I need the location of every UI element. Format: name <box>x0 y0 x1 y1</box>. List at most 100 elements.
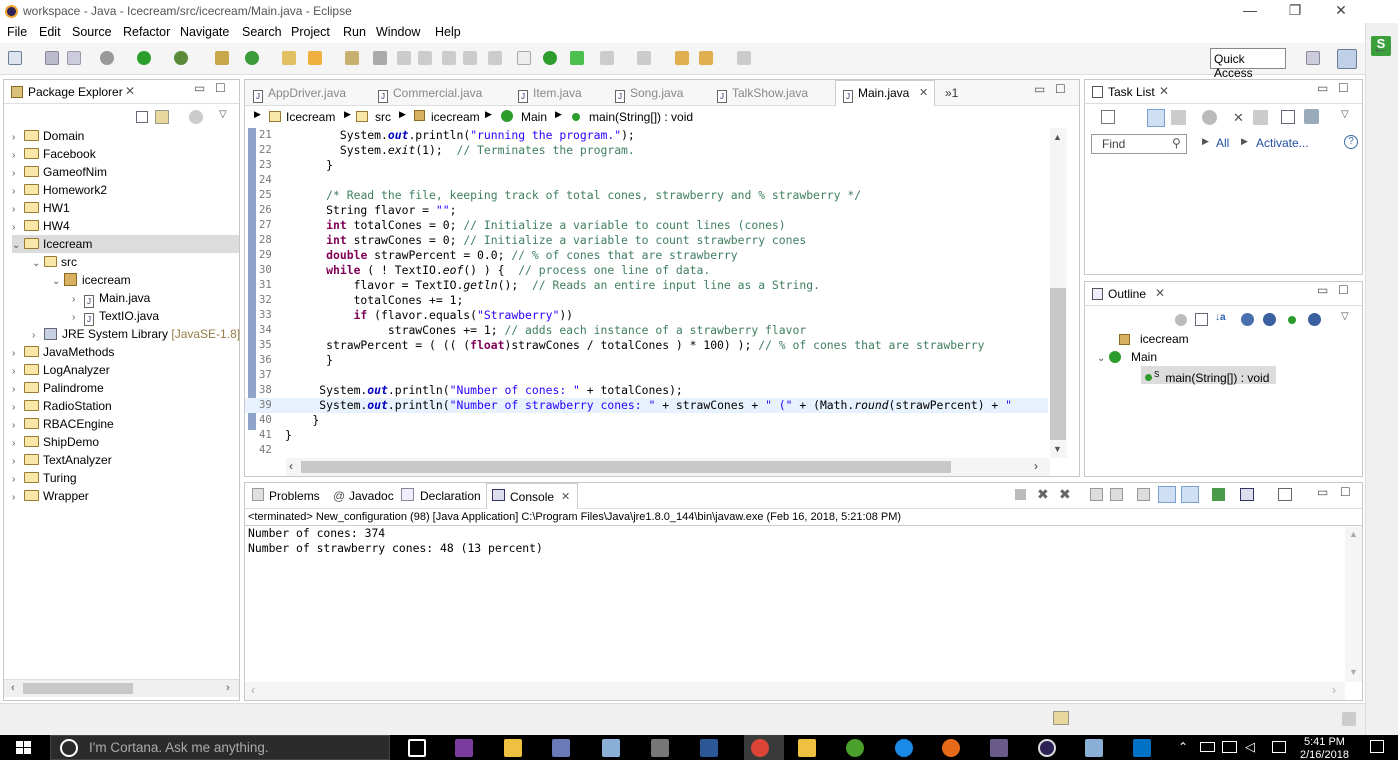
close-view-icon[interactable]: ✕ <box>125 84 135 98</box>
java-perspective-icon[interactable] <box>1337 49 1357 69</box>
show-stderr-icon[interactable] <box>1181 486 1199 503</box>
tab-commercial[interactable]: J Commercial.java <box>378 86 482 103</box>
menu-file[interactable]: File <box>7 25 27 39</box>
breadcrumb-package[interactable]: icecream <box>431 110 480 124</box>
chrome-icon[interactable] <box>751 739 769 757</box>
tree-item-shipdemo[interactable]: › ShipDemo <box>12 433 99 451</box>
quick-access-input[interactable]: Quick Access <box>1210 48 1286 80</box>
task-list-title[interactable]: Task List <box>1108 85 1155 99</box>
task-view-icon[interactable] <box>408 739 426 757</box>
breakpoint-icon[interactable] <box>517 51 531 65</box>
prev-annotation-icon[interactable] <box>637 51 651 65</box>
external-tools-icon[interactable] <box>174 51 188 65</box>
last-edit-icon[interactable] <box>675 51 689 65</box>
pin-console-icon[interactable] <box>1212 488 1225 501</box>
forward-icon[interactable] <box>737 51 751 65</box>
firefox-icon[interactable] <box>942 739 960 757</box>
eclipse-icon[interactable] <box>1038 739 1056 757</box>
remove-launch-icon[interactable]: ✖ <box>1037 486 1049 503</box>
action-center-icon[interactable] <box>1370 740 1384 753</box>
minimize-view-icon[interactable]: ▭ <box>194 81 205 95</box>
tree-item-src[interactable]: ⌄ src <box>32 253 77 271</box>
close-tab-icon[interactable]: ✕ <box>919 86 928 99</box>
paint-icon[interactable] <box>552 739 570 757</box>
coverage-icon[interactable] <box>543 51 557 65</box>
tab-item[interactable]: J Item.java <box>518 86 582 103</box>
file-explorer-icon[interactable] <box>504 739 522 757</box>
tree-item-main-java[interactable]: › J Main.java <box>72 289 150 308</box>
next-annotation-icon[interactable] <box>600 51 614 65</box>
scroll-lock-icon[interactable] <box>1110 488 1123 501</box>
menu-navigate[interactable]: Navigate <box>180 25 229 39</box>
menu-source[interactable]: Source <box>72 25 112 39</box>
menu-help[interactable]: Help <box>435 25 461 39</box>
menu-run[interactable]: Run <box>343 25 366 39</box>
tree-item-jre-library[interactable]: › JRE System Library [JavaSE-1.8] <box>32 325 240 343</box>
clear-console-icon[interactable] <box>1090 488 1103 501</box>
open-task-icon[interactable] <box>308 51 322 65</box>
focus-icon[interactable] <box>1175 314 1187 326</box>
word-icon[interactable] <box>700 739 718 757</box>
cortana-search-box[interactable]: I'm Cortana. Ask me anything. <box>50 735 390 760</box>
tab-javadoc[interactable]: Javadoc <box>349 489 394 503</box>
outline-title[interactable]: Outline <box>1108 287 1146 301</box>
hide-local-types-icon[interactable] <box>1308 313 1321 326</box>
block-icon[interactable] <box>463 51 477 65</box>
view-menu-icon[interactable]: ▽ <box>1341 109 1349 120</box>
maximize-view-icon[interactable]: ☐ <box>1338 81 1349 95</box>
maximize-view-icon[interactable]: ☐ <box>1338 283 1349 297</box>
save-icon[interactable] <box>45 51 59 65</box>
synchronize-icon[interactable] <box>1253 110 1268 125</box>
pin-icon[interactable] <box>397 51 411 65</box>
collapse-all-icon[interactable] <box>1195 313 1208 326</box>
tab-song[interactable]: J Song.java <box>615 86 683 103</box>
vertical-scrollbar[interactable]: ▲ ▼ <box>1345 527 1362 682</box>
tree-item-hw4[interactable]: › HW4 <box>12 217 70 235</box>
new-task-icon[interactable] <box>1101 110 1115 124</box>
tree-item-domain[interactable]: › Domain <box>12 127 84 145</box>
close-view-icon[interactable]: ✕ <box>1159 84 1169 98</box>
tree-item-javamethods[interactable]: › JavaMethods <box>12 343 114 361</box>
collapse-all-icon[interactable] <box>136 111 148 123</box>
outline-item-package[interactable]: icecream <box>1119 330 1189 348</box>
tab-appdriver[interactable]: J AppDriver.java <box>253 86 346 103</box>
link-with-editor-icon[interactable] <box>155 110 169 124</box>
windows-start-icon[interactable] <box>16 741 32 755</box>
back-arrow-icon[interactable]: ← <box>1372 40 1388 58</box>
breadcrumb-project[interactable]: Icecream <box>286 110 335 124</box>
outline-item-class[interactable]: ⌄ Main <box>1097 348 1157 366</box>
battery-icon[interactable] <box>1200 742 1215 752</box>
minimize-editor-icon[interactable]: ▭ <box>1034 82 1045 96</box>
tree-item-icecream[interactable]: ⌄ Icecream <box>12 235 239 253</box>
tree-item-icecream-package[interactable]: ⌄ icecream <box>52 271 131 289</box>
remove-all-icon[interactable]: ✖ <box>1059 486 1071 503</box>
app-icon[interactable] <box>651 739 669 757</box>
new-class-icon[interactable] <box>245 51 259 65</box>
tree-item-loganalyzer[interactable]: › LogAnalyzer <box>12 361 110 379</box>
horizontal-scrollbar[interactable]: ‹ › <box>245 682 1345 700</box>
new-icon[interactable] <box>8 51 22 65</box>
tree-item-turing[interactable]: › Turing <box>12 469 77 487</box>
vertical-scrollbar[interactable]: ▲ ▼ <box>1050 128 1067 458</box>
terminate-icon[interactable] <box>1015 489 1026 500</box>
scrollbar-thumb[interactable] <box>23 683 133 694</box>
minimize-view-icon[interactable]: ▭ <box>1317 283 1328 297</box>
activate-link[interactable]: Activate... <box>1256 136 1309 150</box>
more-tabs-button[interactable]: »1 <box>945 86 958 100</box>
edit-icon[interactable] <box>418 51 432 65</box>
volume-icon[interactable]: ◁ <box>1245 739 1255 755</box>
terminal-icon[interactable] <box>570 51 584 65</box>
app-icon[interactable] <box>1085 739 1103 757</box>
display-console-icon[interactable] <box>1240 488 1254 501</box>
menu-edit[interactable]: Edit <box>39 25 61 39</box>
menu-search[interactable]: Search <box>242 25 282 39</box>
horizontal-scrollbar[interactable]: ‹ › <box>4 679 239 697</box>
folder-icon[interactable] <box>798 739 816 757</box>
new-java-project-icon[interactable] <box>215 51 229 65</box>
tree-item-facebook[interactable]: › Facebook <box>12 145 96 163</box>
hide-static-icon[interactable] <box>1263 313 1276 326</box>
task-find-input[interactable]: Find ⚲ <box>1091 134 1187 154</box>
categorize-icon[interactable] <box>1147 109 1165 127</box>
code-editor[interactable]: 21 System.out.println("running the progr… <box>245 128 1048 458</box>
tree-item-textanalyzer[interactable]: › TextAnalyzer <box>12 451 112 469</box>
